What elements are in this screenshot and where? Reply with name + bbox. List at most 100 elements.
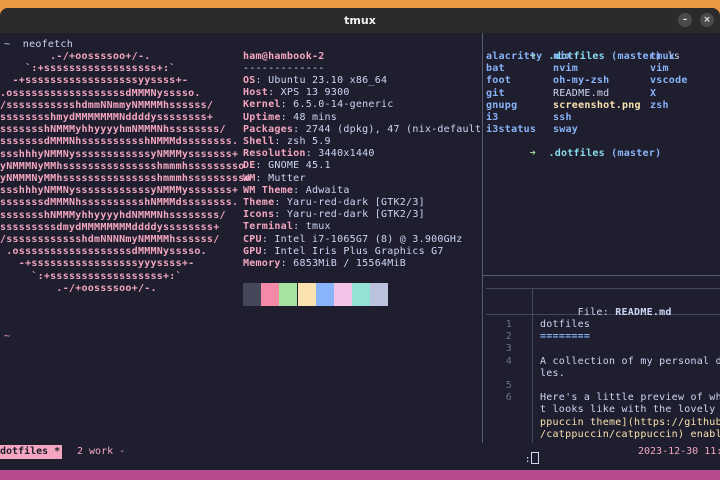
info-key: Kernel [243,99,281,111]
system-info-row: Resolution: 3440x1440 [243,148,375,160]
ascii-line: sssssssshmydMMMMMMMNddddyssssssss+ [0,112,214,123]
minimize-button[interactable]: – [678,13,692,27]
info-colon: : [268,87,281,99]
ls-entry: sway [553,124,579,136]
info-value: Mutter [268,172,306,184]
system-info-row: Kernel: 6.5.0-14-generic [243,99,394,111]
info-colon: : [293,184,306,196]
info-key: Packages [243,123,294,135]
info-value: Yaru-red-dark [GTK2/3] [286,209,425,221]
ls-entry: X [650,87,657,99]
ascii-line: .ossssssssssssssssssdMMMNysssso. [0,246,207,258]
bat-line-number: 5 [505,380,512,391]
ascii-line: yNMMMNyMMhssssssssssssssshmmmhssssssssso [0,173,251,184]
info-separator: ------------- [243,63,325,74]
ascii-line: `:+ssssssssssssssssss+:` [0,63,176,75]
bat-text-line: ppuccin theme](https://github. [540,416,720,428]
ascii-line: /sssssssssssshdmNNNNmyNMMMMhssssss/ [0,234,220,245]
ls-entry: nix [553,51,572,62]
ls-entry: tmux [650,51,676,62]
info-colon: : [280,258,294,269]
system-info-row: Theme: Yaru-red-dark [GTK2/3] [243,197,425,209]
info-value: tmux [305,221,331,233]
info-key: Terminal [243,221,294,233]
ls-entry: zsh [650,99,669,111]
info-value: 2744 (dpkg), 47 (nix-default [305,123,482,135]
info-key: OS [243,75,256,86]
system-info-row: GPU: Intel Iris Plus Graphics G7 [243,246,444,258]
titlebar[interactable]: tmux – × [0,8,720,33]
system-info-row: DE: GNOME 45.1 [243,160,331,172]
idle-prompt: ~ [4,331,11,342]
tmux-status-bar: dotfiles * 2 work - 2023-12-30 11: [0,445,720,459]
info-value: Adwaita [305,184,350,196]
ls-entry: foot [486,75,512,87]
ascii-line: ssssssshNMMMyhhyyyyhdNMMMNhssssssss/ [0,209,226,221]
user-host: ham@hambook-2 [243,51,325,62]
info-colon: : [255,172,269,184]
info-colon: : [274,197,287,208]
tmux-window-tab-active[interactable]: dotfiles * [0,445,63,459]
prompt-branch: (master) [611,148,662,159]
ls-entry: README.md [553,87,610,99]
ls-prompt-line-2: ➜ .dotfiles (master) [492,136,661,172]
terminal-window: tmux – × ~ neofetch .-/+oossssoo+/-. `:+… [0,8,720,470]
bat-text-line: les. [540,367,566,379]
info-key: CPU [243,233,262,245]
info-value: 48 mins [293,111,338,123]
ls-entry: vscode [650,75,688,87]
ascii-line: sssssssdMMMNhsssssssssshNMMMdssssssss. [0,136,239,148]
info-key: Uptime [243,111,281,123]
info-value: Ubuntu 23.10 x86_64 [268,75,388,86]
bat-text-line: ======== [540,331,591,343]
info-colon: : [293,221,306,233]
info-key: WM [243,172,256,184]
ascii-line: ssshhhyNMMNyssssssssssssyNMMMysssssss+ [0,185,239,197]
info-colon: : [261,233,275,245]
info-key: Host [243,87,269,99]
palette-swatch [243,283,261,306]
bat-line-number: 1 [505,319,512,330]
bat-line-number: 4 [505,355,512,367]
info-colon: : [280,111,294,123]
tmux-window-tab-2[interactable]: 2 work - [77,445,125,459]
info-colon: : [255,160,269,172]
system-info-row: Host: XPS 13 9300 [243,87,350,99]
terminal-area[interactable]: ~ neofetch .-/+oossssoo+/-. `:+sssssssss… [0,33,720,470]
bat-line-number: 2 [505,331,512,343]
bat-text-line: A collection of my personal do [540,355,720,367]
ls-entry: alacritty [486,51,543,62]
ls-entry: bat [486,63,505,75]
ls-entry: gnupg [486,99,518,111]
ascii-line: ssssssshNMMMyhhyyyyhmNMMMNhssssssss/ [0,124,226,136]
bat-gutter-divider [532,288,533,443]
ascii-line: ssshhhyNMMNyssssssssssssyNMMMysssssss+ [0,148,239,160]
bat-file-name: README.md [615,307,672,318]
window-title: tmux [344,14,376,27]
system-info-row: Icons: Yaru-red-dark [GTK2/3] [243,209,425,221]
info-value: zsh 5.9 [286,136,331,147]
pane-divider-horizontal[interactable] [483,275,720,276]
bat-text-line: t looks like with the lovely [ [540,404,720,416]
info-value: Intel Iris Plus Graphics G7 [274,245,444,257]
ls-entry: ssh [553,112,572,123]
tmux-datetime: 2023-12-30 11: [638,446,720,457]
ls-entry: i3status [486,124,537,136]
bat-header-top-border [486,288,720,289]
pane-divider-vertical[interactable] [482,33,483,443]
palette-swatch [315,283,334,306]
info-colon: : [274,209,287,221]
bat-text-line: /catppuccin/catppuccin) enable [540,428,720,440]
info-key: Shell [243,136,275,147]
info-value: XPS 13 9300 [280,87,350,99]
prompt-dir: .dotfiles [548,148,605,159]
info-value: Intel i7-1065G7 (8) @ 3.900GHz [274,233,463,245]
info-value: 6853MiB / 15564MiB [293,258,407,269]
info-key: Icons [243,209,275,221]
close-button[interactable]: × [700,13,714,27]
info-colon: : [305,148,319,160]
palette-swatch [297,283,316,306]
bat-line-number: 3 [505,343,512,355]
bat-text-line: dotfiles [540,319,591,330]
ascii-line: -+sssssssssssssssssyyyssss+- [0,258,195,270]
